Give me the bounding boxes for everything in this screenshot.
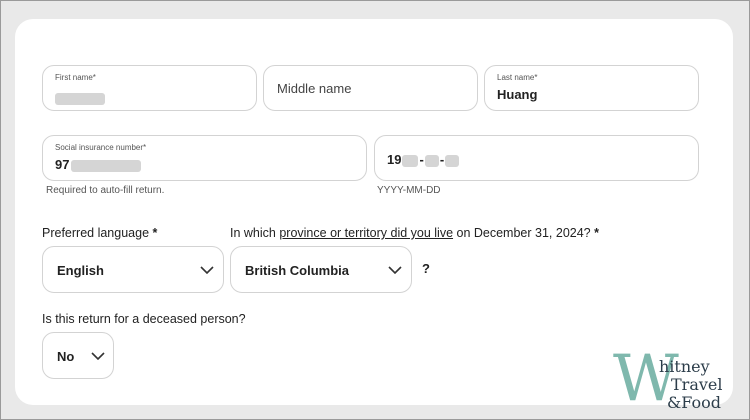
- date-of-birth-helper-text: YYYY-MM-DD: [377, 185, 441, 196]
- province-label: In which province or territory did you l…: [230, 226, 599, 240]
- last-name-field[interactable]: Last name* Huang: [484, 65, 699, 111]
- sin-field[interactable]: Social insurance number* 97: [42, 135, 367, 181]
- first-name-field[interactable]: First name*: [42, 65, 257, 111]
- preferred-language-label: Preferred language *: [42, 226, 158, 240]
- first-name-label: First name*: [55, 73, 96, 82]
- preferred-language-value: English: [57, 263, 104, 278]
- deceased-select[interactable]: No: [42, 332, 114, 379]
- chevron-down-icon: [91, 352, 105, 360]
- last-name-label: Last name*: [497, 73, 538, 82]
- sin-value: 97: [55, 157, 142, 172]
- deceased-label: Is this return for a deceased person?: [42, 312, 246, 326]
- province-help-button[interactable]: ?: [422, 261, 430, 276]
- sin-label: Social insurance number*: [55, 143, 147, 152]
- logo-line-1: hitney: [659, 357, 710, 376]
- middle-name-field[interactable]: Middle name: [263, 65, 478, 111]
- preferred-language-select[interactable]: English: [42, 246, 224, 293]
- last-name-value: Huang: [497, 87, 538, 102]
- sin-helper-text: Required to auto-fill return.: [46, 185, 165, 196]
- province-select[interactable]: British Columbia: [230, 246, 412, 293]
- chevron-down-icon: [388, 266, 402, 274]
- deceased-value: No: [57, 349, 75, 364]
- date-of-birth-field[interactable]: 19- -: [374, 135, 699, 181]
- first-name-value-redacted: [55, 90, 105, 105]
- middle-name-placeholder: Middle name: [277, 81, 352, 96]
- whitney-travel-food-logo: W hitney Travel &Food: [613, 347, 745, 417]
- province-link[interactable]: province or territory did you live: [279, 226, 453, 240]
- chevron-down-icon: [200, 266, 214, 274]
- date-of-birth-value: 19- -: [387, 152, 460, 167]
- logo-line-3: &Food: [667, 393, 721, 412]
- province-value: British Columbia: [245, 263, 350, 278]
- logo-line-2: Travel: [671, 375, 723, 394]
